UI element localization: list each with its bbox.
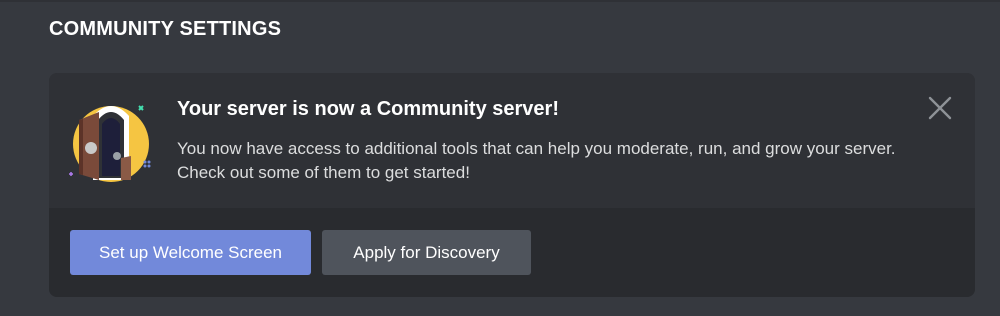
- community-banner: Your server is now a Community server! Y…: [49, 73, 975, 297]
- setup-welcome-screen-label: Set up Welcome Screen: [99, 242, 282, 262]
- open-door-icon: [69, 105, 151, 182]
- community-settings-page: COMMUNITY SETTINGS Your server is now a …: [0, 0, 1000, 316]
- banner-title: Your server is now a Community server!: [177, 98, 559, 120]
- apply-for-discovery-button[interactable]: Apply for Discovery: [322, 230, 531, 275]
- close-icon[interactable]: [925, 93, 955, 123]
- banner-description: You now have access to additional tools …: [177, 139, 896, 182]
- setup-welcome-screen-button[interactable]: Set up Welcome Screen: [70, 230, 311, 275]
- top-divider: [0, 0, 1000, 2]
- page-title: COMMUNITY SETTINGS: [49, 18, 282, 40]
- apply-for-discovery-label: Apply for Discovery: [353, 242, 500, 262]
